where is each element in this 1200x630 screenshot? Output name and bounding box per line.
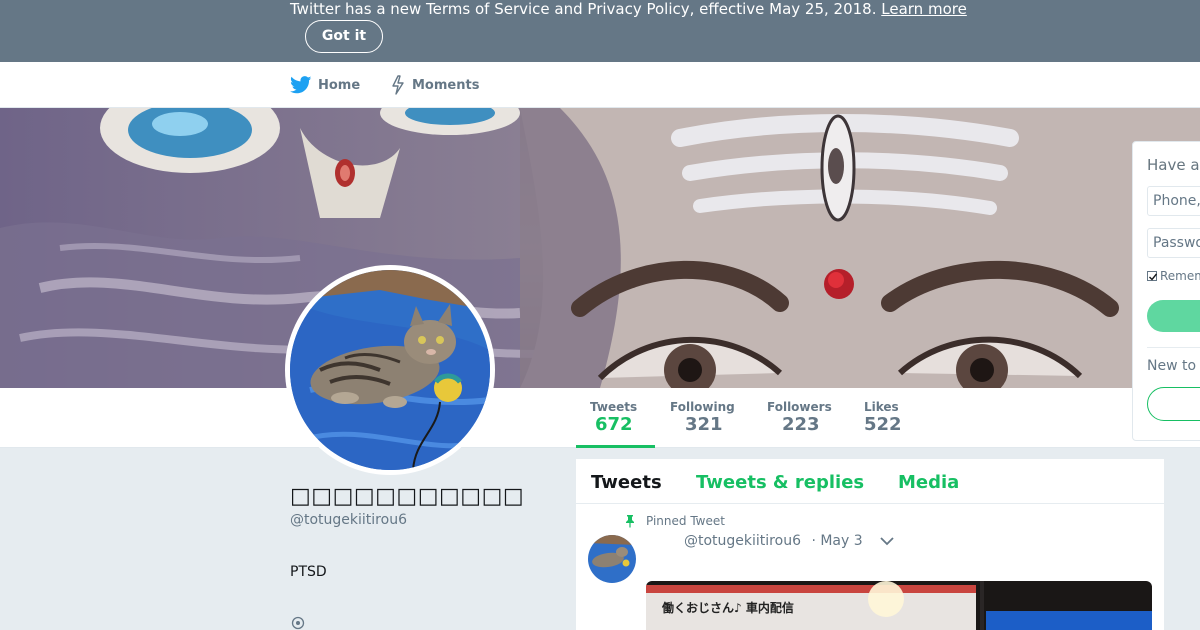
got-it-button[interactable]: Got it: [305, 20, 383, 53]
cat-photo-small: [588, 535, 636, 583]
remember-me[interactable]: Remember me: [1147, 269, 1200, 283]
stat-value: 321: [685, 414, 723, 435]
remember-checkbox[interactable]: [1147, 271, 1158, 281]
password-field[interactable]: Password: [1147, 228, 1200, 258]
stat-following[interactable]: Following 321: [670, 399, 735, 435]
profile-bio: PTSD: [290, 564, 327, 580]
tweet-media[interactable]: 働くおじさん♪ 車内配信: [646, 581, 1152, 630]
login-divider: [1147, 347, 1200, 348]
top-navigation: Home Moments: [0, 62, 1200, 108]
remember-label: Remember me: [1160, 269, 1200, 283]
nav-moments[interactable]: Moments: [390, 74, 479, 96]
nav-moments-label: Moments: [412, 77, 480, 93]
profile-avatar[interactable]: [285, 265, 495, 475]
location-icon: [291, 616, 305, 630]
nav-home[interactable]: Home: [290, 74, 360, 96]
active-stat-indicator: [576, 445, 655, 448]
learn-more-link[interactable]: Learn more: [881, 0, 967, 18]
profile-handle[interactable]: @totugekiitirou6: [290, 512, 407, 528]
login-button[interactable]: [1147, 300, 1200, 332]
profile-fullname: □□□□□□□□□□□: [290, 484, 525, 509]
login-title: Have an account?: [1147, 156, 1200, 174]
username-field[interactable]: Phone, email, or username: [1147, 186, 1200, 216]
stat-likes[interactable]: Likes 522: [864, 399, 902, 435]
profile-header-image: [0, 108, 1200, 388]
twitter-bird-icon: [290, 76, 312, 94]
stat-value: 672: [595, 414, 633, 435]
policy-notice-text: Twitter has a new Terms of Service and P…: [290, 0, 967, 18]
nav-home-label: Home: [318, 77, 361, 93]
pin-icon: [626, 515, 634, 528]
pinned-label: Pinned Tweet: [646, 514, 725, 528]
tab-media[interactable]: Media: [898, 472, 959, 493]
cat-photo: [290, 270, 490, 470]
chevron-down-icon[interactable]: [879, 535, 895, 547]
new-to-twitter-text: New to Twitter?: [1147, 358, 1200, 374]
tab-tweets[interactable]: Tweets: [591, 472, 662, 493]
pinned-tweet-context: Pinned Tweet: [624, 514, 725, 528]
tweet-media-caption: 働くおじさん♪ 車内配信: [662, 601, 794, 615]
stat-label: Following: [670, 400, 735, 414]
stat-label: Tweets: [590, 400, 638, 414]
stat-value: 223: [782, 414, 820, 435]
stat-tweets[interactable]: Tweets 672: [590, 399, 637, 435]
policy-notice-banner: Twitter has a new Terms of Service and P…: [0, 0, 1200, 62]
lightning-icon: [392, 75, 404, 95]
tweet-date[interactable]: · May 3: [811, 533, 862, 549]
policy-notice-message: Twitter has a new Terms of Service and P…: [290, 0, 877, 18]
tweet-handle[interactable]: @totugekiitirou6: [684, 533, 801, 549]
login-card: Have an account? Phone, email, or userna…: [1132, 141, 1200, 441]
stat-label: Likes: [864, 400, 899, 414]
profile-stats-bar: Tweets 672 Following 321 Followers 223 L…: [0, 388, 1200, 448]
tab-tweets-replies[interactable]: Tweets & replies: [696, 472, 864, 493]
check-icon: [1149, 273, 1158, 281]
stat-value: 522: [864, 414, 902, 435]
timeline: Tweets Tweets & replies Media Pinned Twe…: [576, 459, 1164, 630]
stat-label: Followers: [767, 400, 832, 414]
signup-button[interactable]: [1147, 387, 1200, 421]
header-artwork: [0, 108, 1200, 388]
tweet-header: @totugekiitirou6 · May 3: [684, 533, 863, 549]
tweet-author-avatar[interactable]: [588, 535, 636, 583]
stat-followers[interactable]: Followers 223: [767, 399, 832, 435]
timeline-tabs: Tweets Tweets & replies Media: [576, 459, 1164, 504]
